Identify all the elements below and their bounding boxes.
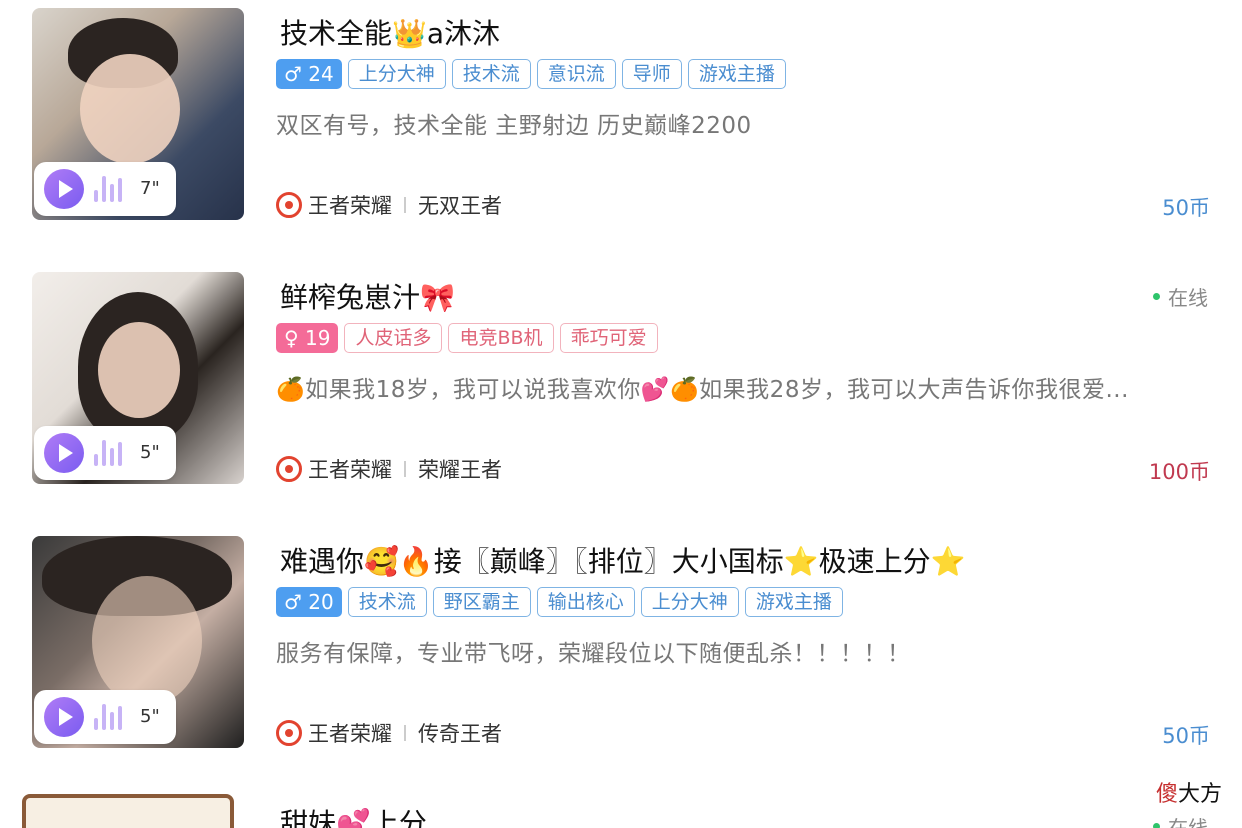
voice-duration: 5"	[140, 706, 160, 727]
listing-title[interactable]: 技术全能👑a沐沐	[280, 12, 500, 52]
game-name: 王者荣耀	[308, 722, 392, 746]
listing-description: 服务有保障，专业带飞呀，荣耀段位以下随便乱杀！！！！！	[276, 641, 911, 667]
tag-list: ♂ 20 技术流 野区霸主 输出核心 上分大神 游戏主播	[276, 587, 843, 617]
game-info: 王者荣耀 传奇王者	[276, 718, 502, 748]
game-icon	[276, 456, 302, 482]
online-label: 在线	[1168, 816, 1208, 828]
listing-description: 双区有号，技术全能 主野射边 历史巅峰2200	[276, 113, 752, 139]
watermark-part2: 大方	[1177, 782, 1222, 807]
listing-card[interactable]: 5" 鲜榨兔崽汁🎀 在线 ♀ 19 人皮话多 电竞BB机 乖巧可爱 🍊如果我18…	[0, 264, 1242, 494]
watermark-part1: 傻	[1155, 782, 1178, 807]
voice-intro-button[interactable]: 7"	[34, 162, 176, 216]
listing-card[interactable]: 甜妹💕上分 在线	[0, 772, 1242, 828]
tag-list: ♀ 19 人皮话多 电竞BB机 乖巧可爱	[276, 323, 658, 353]
play-icon	[44, 697, 84, 737]
tag: 上分大神	[640, 587, 739, 617]
avatar[interactable]: 5"	[32, 272, 244, 484]
game-name: 王者荣耀	[308, 458, 392, 482]
price: 100币	[1148, 460, 1210, 484]
tag: 技术流	[451, 59, 531, 89]
game-icon	[276, 192, 302, 218]
tag: 技术流	[347, 587, 427, 617]
listing-card[interactable]: 5" 难遇你🥰🔥接〖巅峰〗〖排位〗大小国标⭐极速上分⭐ ♂ 20 技术流 野区霸…	[0, 528, 1242, 758]
avatar-face	[92, 576, 202, 706]
online-dot-icon	[1153, 823, 1160, 828]
price: 50币	[1162, 196, 1210, 220]
game-info: 王者荣耀 无双王者	[276, 190, 502, 220]
price: 50币	[1162, 724, 1210, 748]
avatar-face	[80, 54, 180, 164]
voice-duration: 5"	[140, 442, 160, 463]
avatar-face	[98, 322, 180, 418]
game-icon	[276, 720, 302, 746]
sound-wave-icon	[94, 704, 130, 730]
divider	[404, 461, 406, 477]
tag: 野区霸主	[432, 587, 531, 617]
divider	[404, 197, 406, 213]
listing-title[interactable]: 鲜榨兔崽汁🎀	[280, 276, 455, 316]
tag: 输出核心	[536, 587, 635, 617]
avatar[interactable]: 7"	[32, 8, 244, 220]
tag: 游戏主播	[687, 59, 786, 89]
tag-list: ♂ 24 上分大神 技术流 意识流 导师 游戏主播	[276, 59, 786, 89]
avatar-frame[interactable]	[22, 794, 234, 828]
gender-age-badge: ♂ 24	[276, 59, 342, 89]
tag: 意识流	[536, 59, 616, 89]
sound-wave-icon	[94, 440, 130, 466]
rank: 无双王者	[418, 194, 502, 218]
play-icon	[44, 433, 84, 473]
male-icon: ♂	[284, 590, 302, 614]
listing-title[interactable]: 甜妹💕上分	[280, 802, 427, 828]
game-info: 王者荣耀 荣耀王者	[276, 454, 502, 484]
tag: 电竞BB机	[448, 323, 554, 353]
gender-age-badge: ♂ 20	[276, 587, 342, 617]
online-dot-icon	[1153, 293, 1160, 300]
watermark: 傻大方	[1156, 776, 1222, 808]
voice-intro-button[interactable]: 5"	[34, 690, 176, 744]
tag: 人皮话多	[344, 323, 443, 353]
game-name: 王者荣耀	[308, 194, 392, 218]
gender-age-badge: ♀ 19	[276, 323, 339, 353]
divider	[404, 725, 406, 741]
listing-card[interactable]: 7" 技术全能👑a沐沐 ♂ 24 上分大神 技术流 意识流 导师 游戏主播 双区…	[0, 0, 1242, 230]
age: 24	[308, 62, 334, 86]
tag: 乖巧可爱	[559, 323, 658, 353]
female-icon: ♀	[284, 326, 299, 350]
online-status: 在线	[1153, 812, 1208, 828]
voice-intro-button[interactable]: 5"	[34, 426, 176, 480]
male-icon: ♂	[284, 62, 302, 86]
sound-wave-icon	[94, 176, 130, 202]
age: 20	[308, 590, 334, 614]
age: 19	[305, 326, 331, 350]
rank: 传奇王者	[418, 722, 502, 746]
play-icon	[44, 169, 84, 209]
listing-title[interactable]: 难遇你🥰🔥接〖巅峰〗〖排位〗大小国标⭐极速上分⭐	[280, 540, 965, 580]
online-label: 在线	[1168, 286, 1208, 310]
tag: 游戏主播	[744, 587, 843, 617]
tag: 上分大神	[347, 59, 446, 89]
tag: 导师	[621, 59, 682, 89]
rank: 荣耀王者	[418, 458, 502, 482]
voice-duration: 7"	[140, 178, 160, 199]
listing-description: 🍊如果我18岁，我可以说我喜欢你💕🍊如果我28岁，我可以大声告诉你我很爱...	[276, 377, 1129, 403]
online-status: 在线	[1153, 282, 1208, 311]
avatar[interactable]: 5"	[32, 536, 244, 748]
